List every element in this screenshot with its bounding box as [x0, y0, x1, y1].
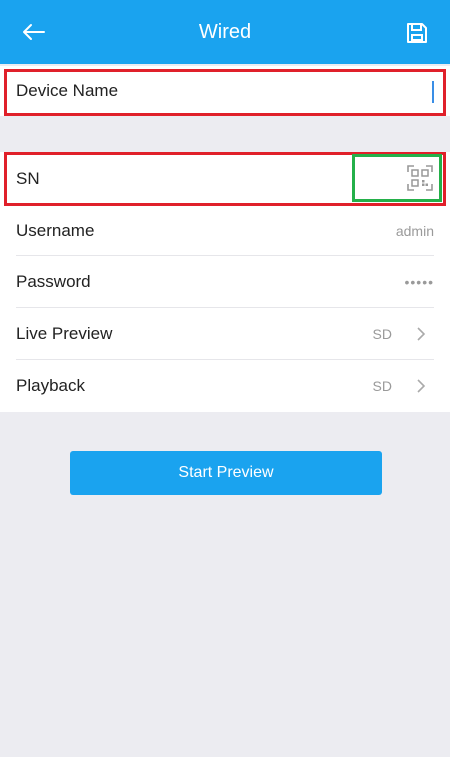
live-preview-value: SD: [372, 326, 392, 342]
chevron-right-icon: [417, 327, 426, 341]
playback-value: SD: [372, 378, 392, 394]
live-preview-row[interactable]: Live Preview SD: [0, 308, 450, 360]
arrow-left-icon: [23, 24, 45, 40]
password-value: •••••: [404, 274, 434, 290]
back-button[interactable]: [18, 18, 50, 46]
start-preview-button[interactable]: Start Preview: [70, 451, 382, 495]
screen: Wired Device Name SN Username admin Pass…: [0, 0, 450, 757]
password-label: Password: [16, 272, 91, 291]
password-row[interactable]: Password •••••: [0, 256, 450, 308]
page-title: Wired: [198, 20, 252, 43]
username-value: admin: [395, 223, 434, 239]
username-label: Username: [16, 221, 95, 240]
username-row[interactable]: Username admin: [0, 206, 450, 256]
save-button[interactable]: [402, 18, 432, 48]
highlight-qr-scan: [352, 154, 442, 202]
save-icon: [407, 23, 427, 43]
highlight-device-name: [4, 69, 446, 116]
app-bar: Wired: [0, 0, 450, 64]
chevron-right-icon: [417, 379, 426, 393]
live-preview-label: Live Preview: [16, 324, 113, 343]
playback-label: Playback: [16, 376, 85, 395]
playback-row[interactable]: Playback SD: [0, 360, 450, 412]
